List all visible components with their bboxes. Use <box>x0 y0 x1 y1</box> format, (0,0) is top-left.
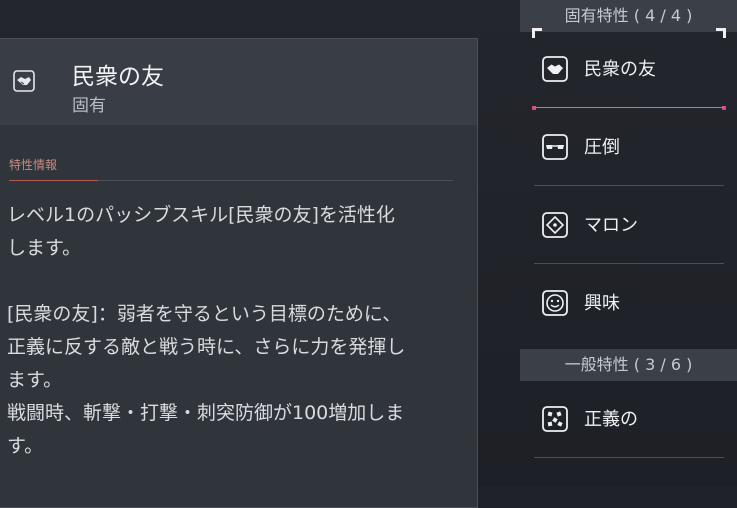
trait-item-label: 圧倒 <box>584 137 620 158</box>
trait-detail-header: 民衆の友 固有 <box>0 39 477 125</box>
description-line: レベル1のパッシブスキル[民衆の友]を活性化 <box>7 204 395 226</box>
description-line: 戦闘時、斬撃・打撃・刺突防御が100増加しま <box>7 402 405 424</box>
category-header-unique: 固有特性 ( 4 / 4 ) <box>520 0 737 32</box>
trait-item-kyoumi[interactable]: 興味 <box>534 264 724 342</box>
trait-item-label: 興味 <box>584 293 620 314</box>
description-line: 正義に反する敵と戦う時に、さらに力を発揮し <box>7 336 406 358</box>
trait-list: 固有特性 ( 4 / 4 ) 民衆の友 圧倒 マロン 興味 一般特性 (3 /… <box>520 0 737 486</box>
trait-title: 民衆の友 <box>72 64 164 90</box>
trait-type: 固有 <box>72 96 106 116</box>
scattered-blocks-icon <box>542 406 568 432</box>
item-divider <box>534 457 724 458</box>
trait-item-minshu-no-tomo[interactable]: 民衆の友 <box>532 28 726 110</box>
trait-item-label: マロン <box>584 215 638 236</box>
smiley-icon <box>542 290 568 316</box>
trait-item-seigi-no[interactable]: 正義の <box>534 380 724 458</box>
selection-corner <box>716 28 726 38</box>
trait-detail-panel: 民衆の友 固有 特性情報 レベル1のパッシブスキル[民衆の友]を活性化 します。… <box>0 38 478 508</box>
handshake-icon <box>13 70 35 92</box>
trait-description: レベル1のパッシブスキル[民衆の友]を活性化 します。 [民衆の友]：弱者を守る… <box>7 199 467 463</box>
trait-item-attou[interactable]: 圧倒 <box>534 108 724 186</box>
description-line: ます。 <box>7 369 63 391</box>
description-line: す。 <box>7 435 44 457</box>
category-header-general: 一般特性 ( 3 / 6 ) <box>520 349 737 381</box>
trait-item-maron[interactable]: マロン <box>534 186 724 264</box>
description-line: します。 <box>7 237 82 259</box>
diamond-arrows-icon <box>542 212 568 238</box>
section-label: 特性情報 <box>9 158 58 172</box>
trait-item-label: 正義の <box>584 409 638 430</box>
description-line: [民衆の友]：弱者を守るという目標のために、 <box>7 303 402 325</box>
handshake-icon <box>542 56 568 82</box>
trait-item-label: 民衆の友 <box>584 59 656 80</box>
selection-corner <box>532 28 542 38</box>
sunglasses-icon <box>542 134 568 160</box>
section-divider <box>9 180 453 181</box>
